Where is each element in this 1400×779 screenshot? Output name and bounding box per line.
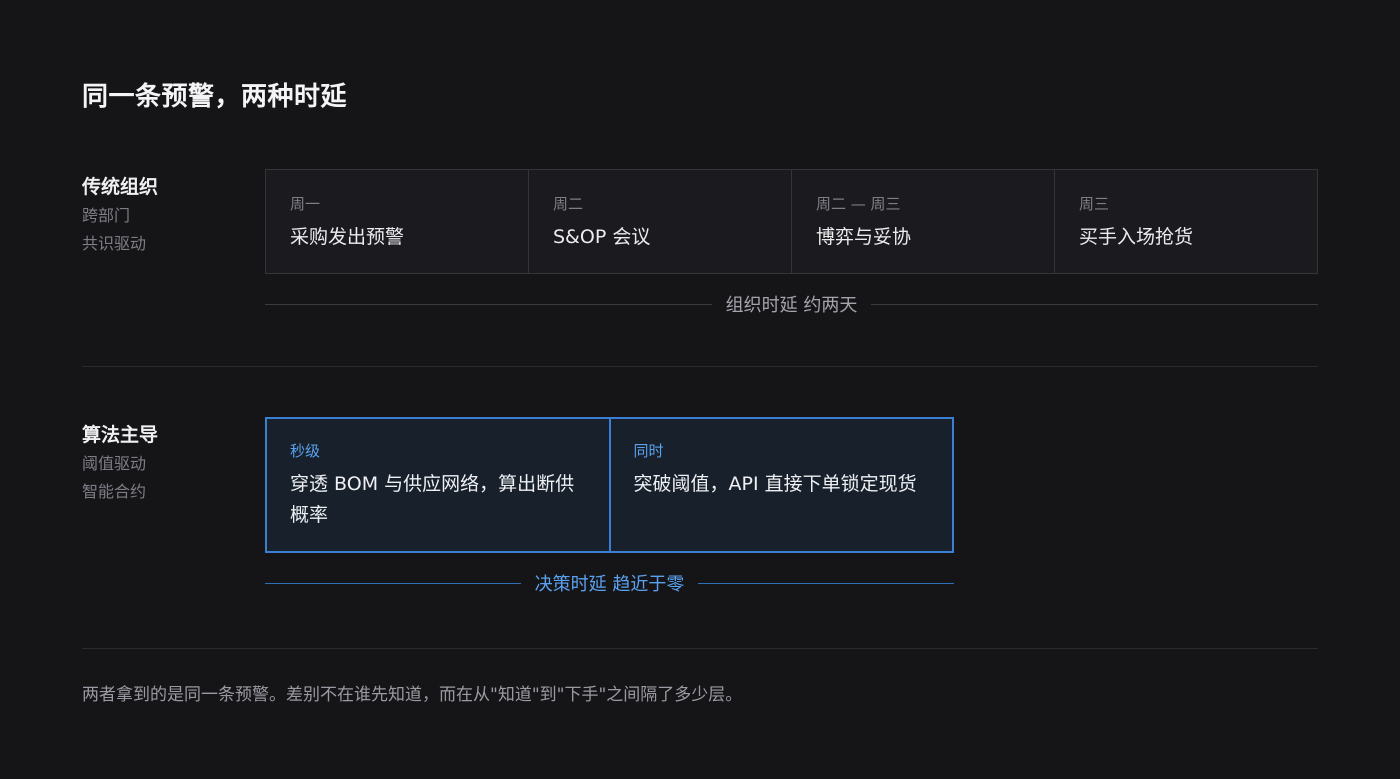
section-divider [82, 648, 1318, 649]
traditional-step: 周一 采购发出预警 [266, 170, 529, 273]
traditional-latency-bracket: 组织时延 约两天 [265, 292, 1319, 316]
algorithmic-name: 算法主导 [82, 424, 159, 446]
algorithmic-step: 秒级 穿透 BOM 与供应网络，算出断供概率 [267, 419, 611, 551]
algorithmic-subtitle-line-1: 阈值驱动 [82, 454, 147, 473]
latency-rule-right [698, 582, 955, 584]
algorithmic-subtitle-line-2: 智能合约 [82, 482, 147, 501]
algorithmic-label-group: 算法主导 阈值驱动 智能合约 [82, 420, 158, 506]
section-divider [82, 366, 1318, 367]
step-action: 博弈与妥协 [816, 226, 912, 248]
traditional-step: 周二 — 周三 博弈与妥协 [792, 170, 1055, 273]
algorithmic-step: 同时 突破阈值，API 直接下单锁定现货 [611, 419, 953, 551]
algorithmic-latency-label: 决策时延 趋近于零 [534, 574, 685, 595]
step-time: 同时 [633, 442, 664, 460]
step-action: S&OP 会议 [553, 226, 651, 248]
step-time: 周三 [1079, 195, 1110, 213]
footnote: 两者拿到的是同一条预警。差别不在谁先知道，而在从"知道"到"下手"之间隔了多少层… [82, 685, 743, 705]
step-action: 买手入场抢货 [1079, 226, 1194, 248]
step-time: 周二 — 周三 [816, 195, 901, 213]
page: 同一条预警，两种时延 传统组织 跨部门 共识驱动 周一 采购发出预警 周二 S&… [0, 0, 1400, 779]
latency-rule-left [265, 582, 521, 584]
traditional-subtitle-line-2: 共识驱动 [82, 234, 147, 253]
traditional-latency-label: 组织时延 约两天 [725, 295, 858, 316]
algorithmic-timeline: 秒级 穿透 BOM 与供应网络，算出断供概率 同时 突破阈值，API 直接下单锁… [265, 417, 954, 553]
latency-rule-left [265, 303, 712, 305]
traditional-subtitle-line-1: 跨部门 [82, 206, 131, 225]
traditional-name: 传统组织 [82, 176, 159, 198]
step-time: 秒级 [290, 442, 321, 460]
latency-rule-right [871, 303, 1319, 305]
step-time: 周二 [553, 195, 584, 213]
step-time: 周一 [290, 195, 321, 213]
traditional-label-group: 传统组织 跨部门 共识驱动 [82, 172, 158, 258]
traditional-timeline: 周一 采购发出预警 周二 S&OP 会议 周二 — 周三 博弈与妥协 周三 买手… [265, 169, 1318, 274]
traditional-step: 周三 买手入场抢货 [1055, 170, 1317, 273]
step-action: 突破阈值，API 直接下单锁定现货 [633, 473, 917, 495]
algorithmic-latency-bracket: 决策时延 趋近于零 [265, 571, 955, 595]
step-action: 采购发出预警 [290, 226, 405, 248]
step-action: 穿透 BOM 与供应网络，算出断供概率 [290, 473, 575, 526]
traditional-step: 周二 S&OP 会议 [529, 170, 792, 273]
page-title: 同一条预警，两种时延 [82, 82, 348, 112]
